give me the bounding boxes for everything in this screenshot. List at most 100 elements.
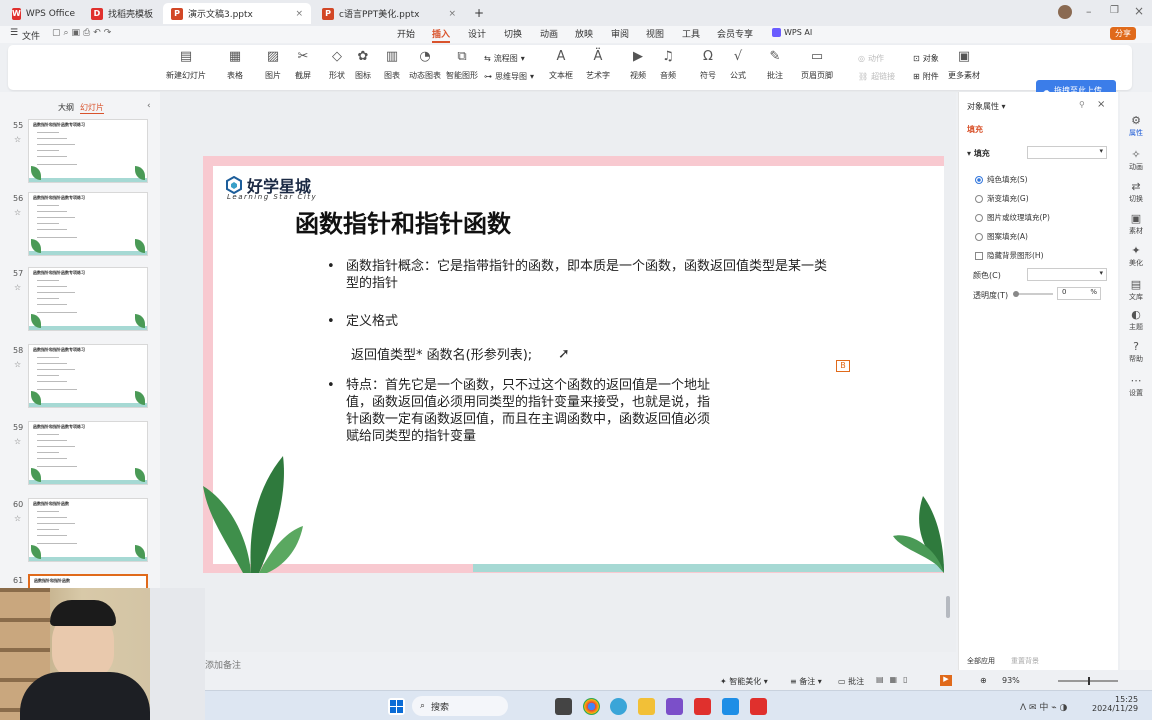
zoom-level[interactable]: 93%: [1002, 676, 1020, 685]
more-assets-button[interactable]: ▣ 更多素材: [948, 49, 980, 81]
textbox-button[interactable]: A 文本框: [549, 49, 573, 81]
close-icon[interactable]: ×: [448, 9, 456, 19]
menu-tools[interactable]: 工具: [682, 27, 700, 40]
smart-art-button[interactable]: ⧉ 智能图形: [446, 49, 478, 81]
slide-thumbnail-row[interactable]: 57 ☆ 函数指针和指针函数专项练习: [0, 267, 160, 337]
tab-docer-templates[interactable]: D 找稻壳模板: [83, 3, 163, 24]
radio-gradient-fill[interactable]: 渐变填充(G): [975, 193, 1029, 204]
menu-insert[interactable]: 插入: [432, 27, 451, 43]
notes-placeholder[interactable]: 添加备注: [205, 658, 241, 671]
zoom-slider[interactable]: [1058, 677, 1118, 685]
sidebar-item-1[interactable]: ✧ 动画: [1120, 148, 1152, 172]
tab-slides[interactable]: 幻灯片: [80, 102, 104, 114]
slide-thumbnail[interactable]: 函数指针和指针函数专项练习: [28, 192, 148, 256]
radio-pattern-fill[interactable]: 图案填充(A): [975, 231, 1028, 242]
slide-thumbnail-row[interactable]: 59 ☆ 函数指针和指针函数专项练习: [0, 421, 160, 491]
close-panel-icon[interactable]: ×: [1097, 99, 1105, 110]
avatar[interactable]: [1058, 5, 1072, 19]
formula-button[interactable]: √ 公式: [730, 49, 746, 81]
clock[interactable]: 15:25 2024/11/29: [1092, 695, 1138, 713]
play-slideshow-icon[interactable]: ▶: [940, 675, 952, 686]
slide-thumbnail-row[interactable]: 55 ☆ 函数指针和指针函数专项练习: [0, 119, 160, 189]
pin-icon[interactable]: ⚲: [1079, 100, 1085, 109]
star-icon[interactable]: ☆: [14, 514, 21, 523]
tab-presentation3[interactable]: P 演示文稿3.pptx ×: [163, 3, 311, 24]
visual-studio-icon[interactable]: [666, 698, 683, 715]
sidebar-item-3[interactable]: ▣ 素材: [1120, 212, 1152, 236]
sidebar-item-8[interactable]: ⋯ 设置: [1120, 374, 1152, 398]
transparency-input[interactable]: 0%: [1057, 287, 1101, 300]
view-mode-icons[interactable]: ▤▦▯: [876, 675, 914, 684]
reset-background-button[interactable]: 重置背景: [1011, 656, 1039, 666]
menu-review[interactable]: 审阅: [611, 27, 629, 40]
fill-type-dropdown[interactable]: ▾: [1027, 146, 1107, 159]
menu-view[interactable]: 视图: [646, 27, 664, 40]
slide-thumbnail[interactable]: 函数指针和指针函数专项练习: [28, 267, 148, 331]
sidebar-item-6[interactable]: ◐ 主题: [1120, 308, 1152, 332]
comments-button[interactable]: ▭ 批注: [838, 676, 864, 687]
tray-icons[interactable]: ᐱ ✉ 中 ⌁ ◑: [1020, 700, 1067, 713]
slide-thumbnail[interactable]: 函数指针和指针函数专项练习: [28, 344, 148, 408]
new-slide-button[interactable]: ▤ 新建幻灯片: [166, 49, 206, 81]
star-icon[interactable]: ☆: [14, 283, 21, 292]
attachment-button[interactable]: ⊞ 附件: [913, 71, 939, 82]
quick-access-icons[interactable]: ▢⌕▣⎙↶↷: [52, 28, 114, 38]
action-button[interactable]: ◎ 动作: [858, 53, 884, 64]
vertical-scrollbar[interactable]: [946, 596, 950, 618]
star-icon[interactable]: ☆: [14, 437, 21, 446]
chart-button[interactable]: ▥ 图表: [384, 49, 400, 81]
sidebar-item-4[interactable]: ✦ 美化: [1120, 244, 1152, 268]
app-icon[interactable]: [610, 698, 627, 715]
feishu-icon[interactable]: [722, 698, 739, 715]
object-button[interactable]: ⊡ 对象: [913, 53, 939, 64]
hamburger-icon[interactable]: ☰: [10, 28, 18, 38]
radio-solid-fill[interactable]: 纯色填充(S): [975, 174, 1028, 185]
radio-picture-fill[interactable]: 图片或纹理填充(P): [975, 212, 1050, 223]
file-menu[interactable]: 文件: [22, 29, 40, 42]
collapse-panel-icon[interactable]: ‹: [147, 101, 151, 111]
audio-button[interactable]: ♫ 音频: [660, 49, 676, 81]
notes-button[interactable]: ≡ 备注 ▾: [790, 676, 822, 687]
share-button[interactable]: 分享: [1110, 27, 1136, 40]
maximize-icon[interactable]: ❐: [1110, 5, 1119, 16]
screenshot-button[interactable]: ✂ 截屏: [295, 49, 311, 81]
shape-button[interactable]: ◇ 形状: [329, 49, 345, 81]
slide-thumbnail[interactable]: 函数指针和指针函数专项练习: [28, 421, 148, 485]
menu-member[interactable]: 会员专享: [717, 27, 753, 40]
slide-thumbnail-row[interactable]: 60 ☆ 函数指针和指针函数: [0, 498, 160, 568]
close-icon[interactable]: ×: [295, 9, 303, 19]
minimize-icon[interactable]: –: [1086, 5, 1092, 18]
tab-fill[interactable]: 填充: [967, 124, 983, 135]
star-icon[interactable]: ☆: [14, 360, 21, 369]
current-slide[interactable]: 好学星城 Learning Star City 函数指针和指针函数 • 函数指针…: [203, 156, 944, 573]
symbol-button[interactable]: Ω 符号: [700, 49, 716, 81]
comment-button[interactable]: ✎ 批注: [767, 49, 783, 81]
tab-wps-office[interactable]: W WPS Office: [4, 3, 82, 24]
floating-tool-icon[interactable]: B: [836, 360, 850, 372]
slide-thumbnail-row[interactable]: 58 ☆ 函数指针和指针函数专项练习: [0, 344, 160, 414]
sidebar-item-5[interactable]: ▤ 文库: [1120, 278, 1152, 302]
chrome-icon[interactable]: [583, 698, 600, 715]
close-window-icon[interactable]: ×: [1134, 4, 1144, 18]
panel-title[interactable]: 对象属性 ▾: [967, 101, 1006, 112]
menu-transition[interactable]: 切换: [504, 27, 522, 40]
new-tab-button[interactable]: +: [474, 6, 484, 20]
file-explorer-icon[interactable]: [638, 698, 655, 715]
menu-start[interactable]: 开始: [397, 27, 415, 40]
taskbar-search[interactable]: ⌕ 搜索: [412, 696, 508, 716]
dynamic-chart-button[interactable]: ◔ 动态图表: [409, 49, 441, 81]
wordart-button[interactable]: Ä 艺术字: [586, 49, 610, 81]
section-fill[interactable]: ▾ 填充: [967, 148, 990, 159]
sidebar-item-2[interactable]: ⇄ 切换: [1120, 180, 1152, 204]
star-icon[interactable]: ☆: [14, 208, 21, 217]
wps-taskbar-icon[interactable]: [694, 698, 711, 715]
menu-animation[interactable]: 动画: [540, 27, 558, 40]
wps-ai-button[interactable]: WPS AI: [772, 28, 812, 37]
slide-thumbnail[interactable]: 函数指针和指针函数专项练习: [28, 119, 148, 183]
smart-beautify-button[interactable]: ✦ 智能美化 ▾: [720, 676, 768, 687]
sidebar-item-0[interactable]: ⚙ 属性: [1120, 114, 1152, 138]
table-button[interactable]: ▦ 表格: [227, 49, 243, 81]
mindmap-button[interactable]: ⊶ 思维导图 ▾: [484, 71, 534, 82]
hyperlink-button[interactable]: ⛓ 超链接: [858, 71, 895, 82]
transparency-slider[interactable]: [1013, 291, 1053, 297]
